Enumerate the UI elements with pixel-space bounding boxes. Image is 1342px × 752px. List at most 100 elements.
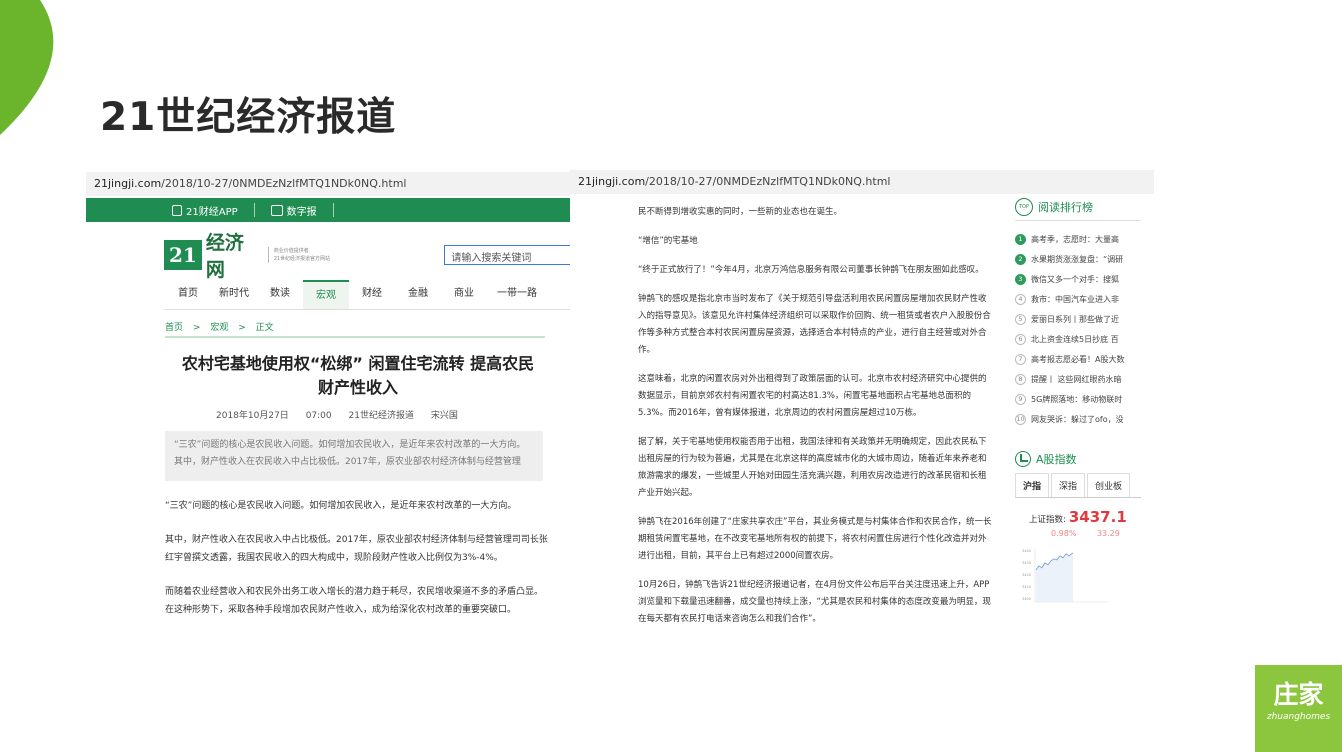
index-mini-chart[interactable]: 3440 3430 3420 3410 3400 bbox=[1021, 544, 1111, 606]
a-share-header: A股指数 bbox=[1015, 451, 1141, 467]
logo-tagline: 商业价值提供者 21世纪经济报道官方网站 bbox=[267, 247, 337, 263]
rank-number: 9 bbox=[1015, 393, 1026, 405]
url-bar[interactable]: 21jingji.com/2018/10-27/0NMDEzNzlfMTQ1ND… bbox=[570, 170, 1154, 194]
logo-mark[interactable]: 21 bbox=[164, 240, 202, 270]
left-screenshot: 21jingji.com/2018/10-27/0NMDEzNzlfMTQ1ND… bbox=[86, 172, 572, 655]
logo-tagline-line1: 商业价值提供者 bbox=[273, 248, 309, 254]
app-link-label: 21财经APP bbox=[186, 206, 238, 218]
top-green-bar: 21财经APP 数字报 bbox=[86, 198, 572, 222]
index-change-pct: 0.98% bbox=[1051, 529, 1077, 538]
rank-item[interactable]: 6 北上资金连续5日抄底 百 bbox=[1015, 329, 1141, 349]
breadcrumb: 首页 > 宏观 > 正文 bbox=[165, 320, 545, 338]
a-share-title: A股指数 bbox=[1036, 453, 1077, 466]
article-title: 农村宅基地使用权“松绑” 闲置住宅流转 提高农民财产性收入 bbox=[181, 354, 535, 397]
rank-item[interactable]: 1 高考季，志愿时：大量高 bbox=[1015, 229, 1141, 249]
rank-item[interactable]: 5 爱丽日系列丨那些做了近 bbox=[1015, 309, 1141, 329]
sidebar: TOP 阅读排行榜 1 高考季，志愿时：大量高 2 水果期货涨涨复盘：“调研 3 微信… bbox=[1015, 194, 1141, 610]
rank-number: 8 bbox=[1015, 373, 1026, 385]
nav-item[interactable]: 数读 bbox=[257, 280, 303, 309]
chart-y-label: 3420 bbox=[1022, 573, 1031, 577]
breadcrumb-section[interactable]: 宏观 bbox=[210, 323, 228, 333]
index-value: 3437.1 bbox=[1068, 508, 1127, 526]
rank-number: 2 bbox=[1015, 253, 1026, 265]
chart-area bbox=[1036, 553, 1073, 602]
nav-item[interactable]: 一带一路 bbox=[487, 280, 547, 309]
nav-item[interactable]: 商业 bbox=[441, 280, 487, 309]
chart-icon bbox=[1015, 451, 1031, 467]
article-paragraph: “三农”问题的核心是农民收入问题。如何增加农民收入，是近年来农村改革的一大方向。 bbox=[165, 501, 517, 511]
url-path: /2018/10-27/0NMDEzNzlfMTQ1NDk0NQ.html bbox=[645, 175, 891, 188]
article-paragraph: 这意味着，北京的闲置农房对外出租得到了政策层面的认可。北京市农村经济研究中心提供… bbox=[638, 374, 987, 418]
article-date: 2018年10月27日 bbox=[216, 411, 289, 421]
rank-text: 提醒丨 这些网红眼药水暗 bbox=[1031, 374, 1122, 384]
corner-decoration bbox=[0, 0, 54, 135]
chart-y-label: 3430 bbox=[1022, 561, 1031, 565]
index-change-value: 33.29 bbox=[1096, 529, 1120, 538]
paper-link[interactable]: 数字报 bbox=[265, 203, 323, 218]
rank-text: 水果期货涨涨复盘：“调研 bbox=[1031, 254, 1124, 264]
article-paragraph: 钟鹊飞在2016年创建了“庄家共享农庄”平台，其业务模式是与村集体合作和农民合作… bbox=[638, 517, 992, 561]
tab-sh-index[interactable]: 沪指 bbox=[1015, 473, 1050, 497]
rank-number: 4 bbox=[1015, 293, 1026, 305]
breadcrumb-separator: > bbox=[238, 323, 246, 333]
rank-item[interactable]: 8 提醒丨 这些网红眼药水暗 bbox=[1015, 369, 1141, 389]
nav-item-active[interactable]: 宏观 bbox=[303, 280, 349, 309]
tab-sz-index[interactable]: 深指 bbox=[1051, 473, 1086, 497]
logo-text[interactable]: 经济网 bbox=[206, 228, 262, 282]
article-paragraph: 而随着农业经营收入和农民外出务工收入增长的潜力趋于耗尽，农民增收渠道不多的矛盾凸… bbox=[165, 587, 544, 615]
brand-name: 庄家 bbox=[1273, 680, 1324, 709]
index-change: 0.98% 33.29 bbox=[1015, 529, 1141, 538]
article-source: 21世纪经济报道 bbox=[348, 411, 414, 421]
nav-item[interactable]: 新时代 bbox=[211, 280, 257, 309]
article-paragraph: 据了解，关于宅基地使用权能否用于出租，我国法律和有关政策并无明确规定，因此农民私… bbox=[638, 437, 987, 498]
rank-item[interactable]: 7 高考报志愿必看！A股大数 bbox=[1015, 349, 1141, 369]
paper-link-label: 数字报 bbox=[286, 206, 317, 218]
article-paragraph: 10月26日，钟鹊飞告诉21世纪经济报道记者，在4月份文件公布后平台关注度迅速上… bbox=[638, 580, 991, 624]
article-body: 民不断得到增收实惠的同时，一些新的业态也在诞生。 “增信”的宅基地 “终于正式放… bbox=[638, 204, 993, 640]
rank-number: 7 bbox=[1015, 353, 1026, 365]
nav-item[interactable]: 金融 bbox=[395, 280, 441, 309]
article-subheading: “增信”的宅基地 bbox=[638, 236, 698, 246]
rank-number: 6 bbox=[1015, 333, 1026, 345]
main-nav: 首页 新时代 数读 宏观 财经 金融 商业 一带一路 bbox=[165, 280, 572, 310]
rank-item[interactable]: 4 救市：中国汽车业进入非 bbox=[1015, 289, 1141, 309]
rank-number: 10 bbox=[1015, 413, 1026, 425]
tab-chinext[interactable]: 创业板 bbox=[1087, 473, 1131, 497]
rank-list: 1 高考季，志愿时：大量高 2 水果期货涨涨复盘：“调研 3 微信又多一个对手：搜狐 … bbox=[1015, 229, 1141, 429]
rank-item[interactable]: 10 网友哭诉：躲过了ofo，没 bbox=[1015, 409, 1141, 429]
chart-y-label: 3410 bbox=[1022, 585, 1031, 589]
brand-sub: zhuanghomes bbox=[1266, 712, 1331, 722]
nav-item[interactable]: 首页 bbox=[165, 280, 211, 309]
chart-y-label: 3400 bbox=[1022, 597, 1031, 601]
phone-icon bbox=[172, 204, 182, 216]
rank-header: TOP 阅读排行榜 bbox=[1015, 194, 1141, 221]
breadcrumb-home[interactable]: 首页 bbox=[165, 323, 183, 333]
article-summary: “三农”问题的核心是农民收入问题。如何增加农民收入，是近年来农村改革的一大方向。… bbox=[165, 431, 543, 481]
breadcrumb-current: 正文 bbox=[255, 323, 274, 333]
app-link[interactable]: 21财经APP bbox=[166, 203, 244, 218]
rank-text: 5G牌照落地：移动物联时 bbox=[1031, 394, 1123, 404]
rank-item[interactable]: 9 5G牌照落地：移动物联时 bbox=[1015, 389, 1141, 409]
rank-item[interactable]: 2 水果期货涨涨复盘：“调研 bbox=[1015, 249, 1141, 269]
url-domain: 21jingji.com bbox=[578, 175, 646, 188]
site-header: 21 经济网 商业价值提供者 21世纪经济报道官方网站 请输入搜索关键词 bbox=[86, 222, 572, 282]
url-bar[interactable]: 21jingji.com/2018/10-27/0NMDEzNzlfMTQ1ND… bbox=[86, 172, 572, 196]
article-paragraph: 其中，财产性收入在农民收入中占比极低。2017年，原农业部农村经济体制与经营管理… bbox=[165, 535, 548, 563]
search-input[interactable]: 请输入搜索关键词 bbox=[444, 245, 572, 265]
chart-y-label: 3440 bbox=[1022, 549, 1031, 553]
rank-item[interactable]: 3 微信又多一个对手：搜狐 bbox=[1015, 269, 1141, 289]
rank-number: 5 bbox=[1015, 313, 1026, 325]
rank-text: 高考季，志愿时：大量高 bbox=[1031, 234, 1119, 244]
rank-text: 爱丽日系列丨那些做了近 bbox=[1031, 314, 1119, 324]
slide-title: 21世纪经济报道 bbox=[100, 95, 397, 140]
nav-item[interactable]: 财经 bbox=[349, 280, 395, 309]
article-paragraph: 钟鹊飞的感叹是指北京市当时发布了《关于规范引导盘活利用农民闲置房屋增加农民财产性… bbox=[638, 294, 991, 355]
right-screenshot: 21jingji.com/2018/10-27/0NMDEzNzlfMTQ1ND… bbox=[570, 170, 1154, 655]
divider bbox=[253, 203, 255, 217]
rank-number: 3 bbox=[1015, 273, 1026, 285]
newspaper-icon bbox=[270, 204, 283, 216]
rank-text: 高考报志愿必看！A股大数 bbox=[1031, 354, 1125, 364]
divider bbox=[332, 203, 334, 217]
index-tabs: 沪指 深指 创业板 bbox=[1015, 473, 1141, 498]
rank-title: 阅读排行榜 bbox=[1038, 201, 1093, 214]
